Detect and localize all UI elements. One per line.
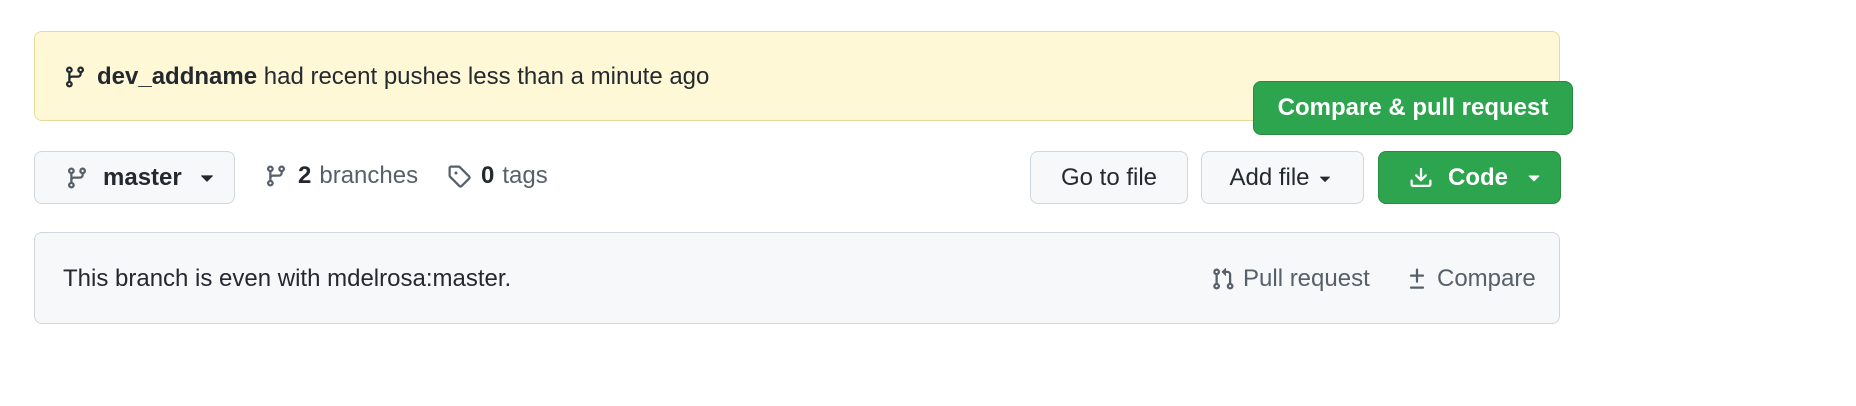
recent-push-text: had recent pushes less than a minute ago [257,63,710,90]
branch-status-text: This branch is even with mdelrosa:master… [63,265,512,292]
download-icon [1410,167,1432,187]
pull-request-link[interactable]: Pull request [1211,264,1370,294]
current-branch-label: master [103,164,182,191]
tag-icon [448,165,471,188]
branches-label: branches [319,162,419,189]
triangle-down-icon [1319,176,1330,182]
branches-link[interactable]: 2 branches [264,161,418,191]
compare-pull-request-button[interactable]: Compare & pull request [1253,81,1573,135]
triangle-down-icon [1528,175,1540,182]
branch-select-menu[interactable]: master [34,151,235,204]
triangle-down-icon [201,175,213,182]
recent-push-banner: dev_addname had recent pushes less than … [34,31,1573,135]
git-branch-icon [67,167,86,189]
recent-push-message: dev_addname had recent pushes less than … [97,62,709,92]
pushed-branch-name[interactable]: dev_addname [97,63,257,90]
add-file-button[interactable]: Add file [1201,151,1364,204]
git-branch-icon [65,66,84,88]
branch-status-bar: This branch is even with mdelrosa:master… [34,232,1560,324]
go-to-file-button[interactable]: Go to file [1030,151,1188,204]
compare-link[interactable]: Compare [1405,264,1536,294]
code-button[interactable]: Code [1378,151,1561,204]
tags-count: 0 [481,162,495,189]
code-label: Code [1448,164,1508,191]
add-file-label: Add file [1229,163,1310,191]
git-pull-request-icon [1213,267,1234,290]
branches-count: 2 [298,162,312,189]
diff-icon [1409,268,1425,289]
tags-link[interactable]: 0 tags [447,161,548,191]
compare-label: Compare [1437,265,1536,292]
pull-request-label: Pull request [1243,265,1370,292]
git-branch-icon [266,165,285,187]
tags-label: tags [502,162,548,189]
